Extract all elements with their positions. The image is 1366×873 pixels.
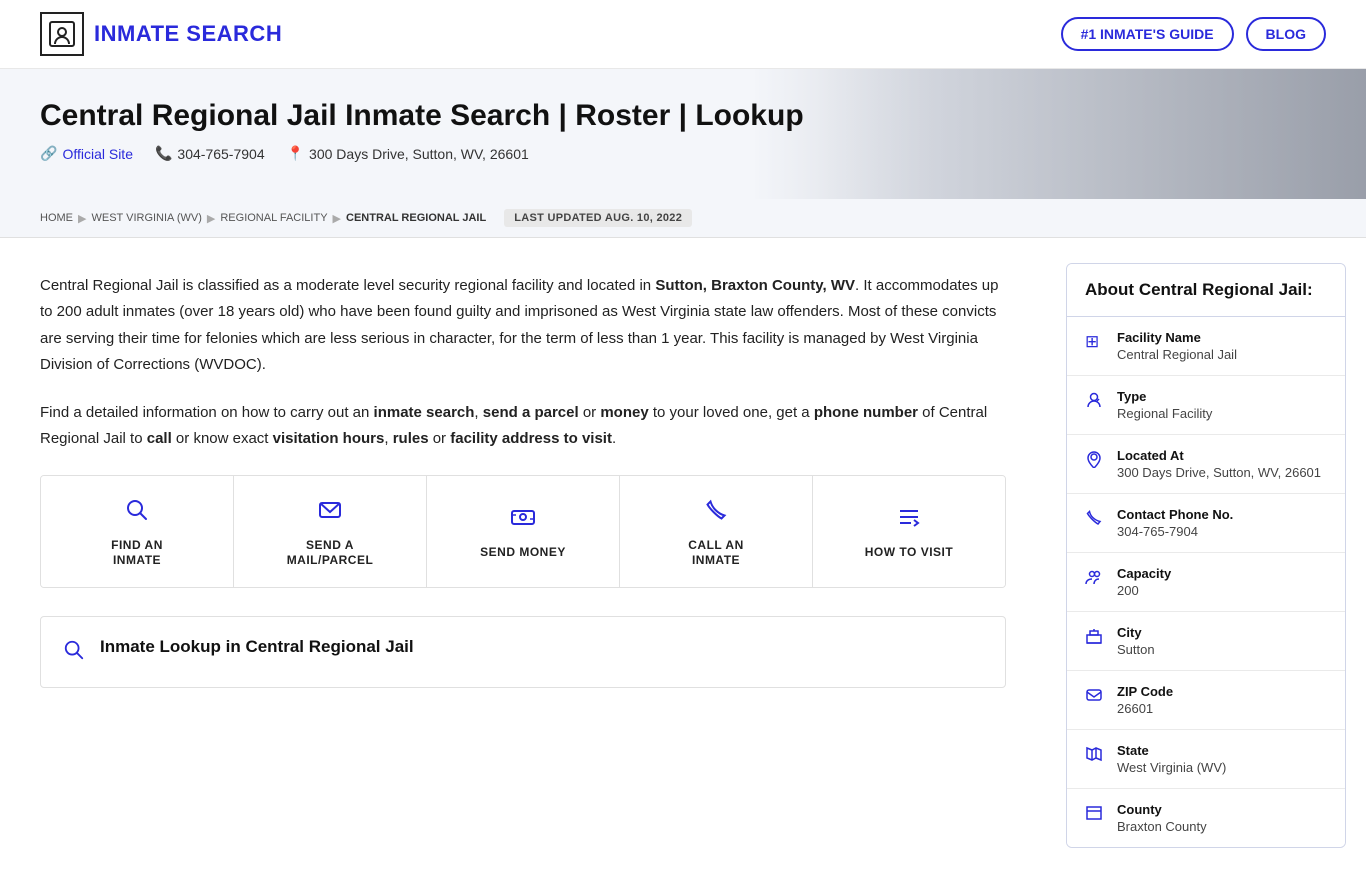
- action-label-visit: HOW TO VISIT: [865, 545, 953, 561]
- phone-meta: 📞 304-765-7904: [155, 145, 265, 162]
- hero-meta: 🔗 Official Site 📞 304-765-7904 📍 300 Day…: [40, 145, 1326, 162]
- sep3: ▶: [333, 212, 341, 225]
- sidebar-card: About Central Regional Jail: ⊞ Facility …: [1066, 263, 1346, 848]
- lookup-search-icon: [63, 639, 85, 667]
- sidebar-row-state: State West Virginia (WV): [1067, 730, 1345, 789]
- page-title: Central Regional Jail Inmate Search | Ro…: [40, 99, 1326, 133]
- zip-label: ZIP Code: [1117, 684, 1173, 699]
- nav-blog-button[interactable]: BLOG: [1246, 17, 1326, 51]
- action-card-find-inmate[interactable]: FIND ANINMATE: [41, 476, 234, 587]
- search-icon: [125, 498, 149, 528]
- zip-icon: [1085, 686, 1105, 709]
- facility-name-value: Central Regional Jail: [1117, 347, 1237, 362]
- location-icon: 📍: [287, 145, 304, 162]
- header: INMATE SEARCH #1 INMATE'S GUIDE BLOG: [0, 0, 1366, 69]
- hero-banner: Central Regional Jail Inmate Search | Ro…: [0, 69, 1366, 199]
- breadcrumb-home[interactable]: HOME: [40, 212, 73, 224]
- sidebar-row-capacity: Capacity 200: [1067, 553, 1345, 612]
- action-label-find: FIND ANINMATE: [111, 538, 163, 569]
- sidebar-row-zip: ZIP Code 26601: [1067, 671, 1345, 730]
- action-card-send-mail[interactable]: SEND AMAIL/PARCEL: [234, 476, 427, 587]
- breadcrumb-current: CENTRAL REGIONAL JAIL: [346, 212, 486, 224]
- breadcrumb-type[interactable]: REGIONAL FACILITY: [220, 212, 327, 224]
- capacity-value: 200: [1117, 583, 1171, 598]
- phone-icon-card: [704, 498, 728, 528]
- location-pin-icon: [1085, 450, 1105, 473]
- city-value: Sutton: [1117, 642, 1155, 657]
- bold-call: call: [147, 430, 172, 447]
- capacity-label: Capacity: [1117, 566, 1171, 581]
- sidebar-row-county: County Braxton County: [1067, 789, 1345, 847]
- info-paragraph: Find a detailed information on how to ca…: [40, 400, 1006, 453]
- sidebar-row-type: Type Regional Facility: [1067, 376, 1345, 435]
- intro-paragraph: Central Regional Jail is classified as a…: [40, 273, 1006, 378]
- official-site-label[interactable]: Official Site: [62, 146, 133, 162]
- sidebar-row-phone: Contact Phone No. 304-765-7904: [1067, 494, 1345, 553]
- money-icon: [511, 505, 535, 535]
- county-label: County: [1117, 802, 1207, 817]
- lookup-section: Inmate Lookup in Central Regional Jail: [40, 616, 1006, 688]
- facility-name-label: Facility Name: [1117, 330, 1237, 345]
- link-icon: 🔗: [40, 145, 57, 162]
- phone-value-sidebar: 304-765-7904: [1117, 524, 1233, 539]
- bold-money: money: [600, 404, 648, 421]
- sep2: ▶: [207, 212, 215, 225]
- breadcrumb-state[interactable]: WEST VIRGINIA (WV): [91, 212, 201, 224]
- grid-icon: ⊞: [1085, 332, 1105, 352]
- located-at-value: 300 Days Drive, Sutton, WV, 26601: [1117, 465, 1321, 480]
- bold-facility-address: facility address to visit: [450, 430, 612, 447]
- phone-label-sidebar: Contact Phone No.: [1117, 507, 1233, 522]
- last-updated-badge: LAST UPDATED AUG. 10, 2022: [504, 209, 692, 227]
- action-label-mail: SEND AMAIL/PARCEL: [287, 538, 374, 569]
- action-label-call: CALL ANINMATE: [688, 538, 744, 569]
- action-label-money: SEND MONEY: [480, 545, 566, 561]
- sep1: ▶: [78, 212, 86, 225]
- official-site-link[interactable]: 🔗 Official Site: [40, 145, 133, 162]
- logo-text: INMATE SEARCH: [94, 21, 282, 47]
- location-bold: Sutton, Braxton County, WV: [655, 277, 855, 294]
- sidebar-row-located-at: Located At 300 Days Drive, Sutton, WV, 2…: [1067, 435, 1345, 494]
- logo-link[interactable]: INMATE SEARCH: [40, 12, 282, 56]
- lookup-title: Inmate Lookup in Central Regional Jail: [100, 637, 414, 657]
- county-icon: [1085, 804, 1105, 827]
- bold-visitation-hours: visitation hours: [273, 430, 385, 447]
- map-icon: [1085, 745, 1105, 768]
- action-card-call-inmate[interactable]: CALL ANINMATE: [620, 476, 813, 587]
- type-value: Regional Facility: [1117, 406, 1212, 421]
- type-label: Type: [1117, 389, 1212, 404]
- address-meta: 📍 300 Days Drive, Sutton, WV, 26601: [287, 145, 529, 162]
- city-icon: [1085, 627, 1105, 650]
- action-card-visit[interactable]: HOW TO VISIT: [813, 476, 1005, 587]
- located-at-label: Located At: [1117, 448, 1321, 463]
- capacity-icon: [1085, 568, 1105, 591]
- hero-background: [751, 69, 1366, 199]
- sidebar: About Central Regional Jail: ⊞ Facility …: [1046, 238, 1366, 873]
- sidebar-header: About Central Regional Jail:: [1067, 264, 1345, 317]
- phone-number: 304-765-7904: [177, 146, 264, 162]
- bold-send-parcel: send a parcel: [483, 404, 579, 421]
- address-text: 300 Days Drive, Sutton, WV, 26601: [309, 146, 529, 162]
- action-cards: FIND ANINMATE SEND AMAIL/PARCEL SEND MON…: [40, 475, 1006, 588]
- sidebar-row-facility-name: ⊞ Facility Name Central Regional Jail: [1067, 317, 1345, 376]
- header-nav: #1 INMATE'S GUIDE BLOG: [1061, 17, 1326, 51]
- breadcrumb: HOME ▶ WEST VIRGINIA (WV) ▶ REGIONAL FAC…: [0, 199, 1366, 238]
- mail-icon: [318, 498, 342, 528]
- city-label: City: [1117, 625, 1155, 640]
- state-label: State: [1117, 743, 1226, 758]
- bold-phone-number: phone number: [814, 404, 918, 421]
- content-area: Central Regional Jail is classified as a…: [0, 238, 1046, 873]
- sidebar-row-city: City Sutton: [1067, 612, 1345, 671]
- logo-icon: [40, 12, 84, 56]
- zip-value: 26601: [1117, 701, 1173, 716]
- bold-inmate-search: inmate search: [374, 404, 475, 421]
- nav-guide-button[interactable]: #1 INMATE'S GUIDE: [1061, 17, 1234, 51]
- phone-icon-sidebar: [1085, 509, 1105, 532]
- action-card-send-money[interactable]: SEND MONEY: [427, 476, 620, 587]
- phone-icon: 📞: [155, 145, 172, 162]
- type-icon: [1085, 391, 1105, 414]
- visit-icon: [897, 505, 921, 535]
- county-value: Braxton County: [1117, 819, 1207, 834]
- bold-rules: rules: [393, 430, 429, 447]
- main-layout: Central Regional Jail is classified as a…: [0, 238, 1366, 873]
